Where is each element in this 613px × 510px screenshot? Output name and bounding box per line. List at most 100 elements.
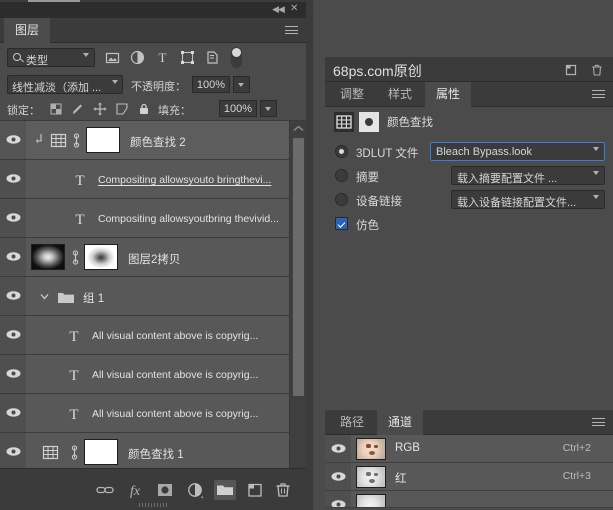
link-layers-icon[interactable] xyxy=(94,480,116,500)
resize-grip[interactable] xyxy=(139,503,167,507)
mask-thumbnail[interactable] xyxy=(84,439,118,465)
scrollbar-thumb[interactable] xyxy=(293,138,304,396)
delete-icon[interactable] xyxy=(589,62,605,78)
eye-icon[interactable] xyxy=(6,446,21,457)
list-item[interactable] xyxy=(325,491,613,508)
link-mask-icon[interactable] xyxy=(72,133,81,148)
new-layer-icon[interactable] xyxy=(244,480,266,500)
row-content: 颜色查找 2 xyxy=(26,121,289,159)
lock-pixels-icon[interactable] xyxy=(70,101,86,117)
filter-kind-select[interactable]: 类型 xyxy=(7,48,95,67)
adjustment-filter-icon[interactable] xyxy=(129,49,146,66)
table-row[interactable]: 组 1 xyxy=(0,277,306,316)
tab-styles[interactable]: 样式 xyxy=(377,82,423,107)
select-3dlut-file[interactable]: Bleach Bypass.look xyxy=(430,142,605,161)
eye-icon[interactable] xyxy=(6,329,21,340)
blend-mode-select[interactable]: 线性减淡（添加 ... xyxy=(7,75,123,94)
link-mask-icon[interactable] xyxy=(71,250,80,265)
layer-name[interactable]: All visual content above is copyrig... xyxy=(92,369,258,381)
type-filter-icon[interactable]: T xyxy=(154,49,171,66)
list-item[interactable]: 红 Ctrl+3 xyxy=(325,463,613,491)
layer-mask-icon[interactable] xyxy=(359,112,379,132)
delete-layer-icon[interactable] xyxy=(272,480,294,500)
eye-icon[interactable] xyxy=(6,173,21,184)
eye-icon[interactable] xyxy=(6,368,21,379)
layer-name[interactable]: 图层2拷贝 xyxy=(128,251,180,267)
tab-properties[interactable]: 属性 xyxy=(425,82,471,107)
lock-position-icon[interactable] xyxy=(92,101,108,117)
layer-name[interactable]: All visual content above is copyrig... xyxy=(92,408,258,420)
image-filter-icon[interactable] xyxy=(104,49,121,66)
eye-icon[interactable] xyxy=(331,499,346,508)
filter-toggle-switch[interactable] xyxy=(231,47,242,68)
panel-menu-icon[interactable] xyxy=(592,90,605,99)
list-item[interactable]: RGB Ctrl+2 xyxy=(325,435,613,463)
layer-name[interactable]: 颜色查找 2 xyxy=(130,134,186,150)
radio-abstract[interactable] xyxy=(335,169,348,182)
layer-name[interactable]: Compositing allowsyoutbring thevivid... xyxy=(98,213,279,225)
layer-name[interactable]: 颜色查找 1 xyxy=(128,446,184,462)
channels-list[interactable]: RGB Ctrl+2 红 Ctrl+3 xyxy=(325,435,613,510)
add-layer-mask-icon[interactable] xyxy=(154,480,176,500)
collapse-arrows-icon[interactable]: ◀◀ xyxy=(272,4,284,14)
lock-all-icon[interactable] xyxy=(136,101,152,117)
opacity-stepper[interactable] xyxy=(233,76,250,93)
new-document-icon[interactable] xyxy=(563,62,579,78)
smart-object-filter-icon[interactable] xyxy=(204,49,221,66)
scroll-up-arrow[interactable] xyxy=(290,121,307,136)
chevron-down-icon[interactable] xyxy=(40,292,49,301)
panel-menu-icon[interactable] xyxy=(285,26,298,35)
table-row[interactable]: T All visual content above is copyrig... xyxy=(0,394,306,433)
lock-artboard-icon[interactable] xyxy=(114,101,130,117)
tab-paths[interactable]: 路径 xyxy=(329,410,375,435)
table-row[interactable]: 图层2拷贝 xyxy=(0,238,306,277)
select-abstract-profile[interactable]: 载入摘要配置文件 ... xyxy=(451,166,605,185)
select-3dlut-value: Bleach Bypass.look xyxy=(436,146,532,158)
tab-channels[interactable]: 通道 xyxy=(377,410,423,435)
new-group-icon[interactable] xyxy=(214,480,236,500)
new-adjustment-layer-icon[interactable] xyxy=(184,480,206,500)
checkbox-dither[interactable] xyxy=(335,217,348,230)
shape-filter-icon[interactable] xyxy=(179,49,196,66)
mask-thumbnail[interactable] xyxy=(86,127,120,153)
lock-transparency-icon[interactable] xyxy=(48,101,64,117)
table-row[interactable]: T All visual content above is copyrig... xyxy=(0,316,306,355)
select-device-link-profile[interactable]: 载入设备链接配置文件... xyxy=(451,190,605,209)
option-row-3dlut: 3DLUT 文件 Bleach Bypass.look xyxy=(325,141,613,163)
svg-text:T: T xyxy=(69,368,78,383)
panel-menu-icon[interactable] xyxy=(592,418,605,427)
layer-name[interactable]: Compositing allowsyouto bringthevi... xyxy=(98,174,271,186)
eye-icon[interactable] xyxy=(331,471,346,482)
tab-adjustments[interactable]: 调整 xyxy=(329,82,375,107)
eye-icon[interactable] xyxy=(6,407,21,418)
radio-3dlut[interactable] xyxy=(335,145,348,158)
color-lookup-icon xyxy=(50,132,67,149)
layer-list-scrollbar[interactable] xyxy=(289,121,306,510)
opacity-input[interactable]: 100% xyxy=(192,76,230,93)
layer-name[interactable]: All visual content above is copyrig... xyxy=(92,330,258,342)
radio-device-link[interactable] xyxy=(335,193,348,206)
table-row[interactable]: 颜色查找 2 xyxy=(0,121,306,160)
table-row[interactable]: T All visual content above is copyrig... xyxy=(0,355,306,394)
table-row[interactable]: 颜色查找 1 xyxy=(0,433,306,472)
layer-thumbnail[interactable] xyxy=(31,244,65,270)
thumb-detail xyxy=(366,472,371,476)
row-content: T All visual content above is copyrig... xyxy=(26,355,289,393)
link-mask-icon[interactable] xyxy=(70,445,79,460)
fill-stepper[interactable] xyxy=(260,100,277,117)
eye-icon[interactable] xyxy=(6,212,21,223)
layer-name[interactable]: 组 1 xyxy=(83,290,104,306)
eye-icon[interactable] xyxy=(331,443,346,454)
fill-input[interactable]: 100% xyxy=(219,100,257,117)
eye-icon[interactable] xyxy=(6,134,21,145)
channels-tabbar: 路径 通道 xyxy=(325,410,613,435)
table-row[interactable]: T Compositing allowsyoutbring thevivid..… xyxy=(0,199,306,238)
mask-thumbnail[interactable] xyxy=(84,244,118,270)
tab-layers[interactable]: 图层 xyxy=(4,18,50,43)
layer-list[interactable]: 颜色查找 2 T Compositing allowsyouto br xyxy=(0,121,306,510)
close-icon[interactable]: ✕ xyxy=(290,4,298,14)
table-row[interactable]: T Compositing allowsyouto bringthevi... xyxy=(0,160,306,199)
add-layer-style-icon[interactable]: fx xyxy=(124,480,146,500)
eye-icon[interactable] xyxy=(6,290,21,301)
eye-icon[interactable] xyxy=(6,251,21,262)
